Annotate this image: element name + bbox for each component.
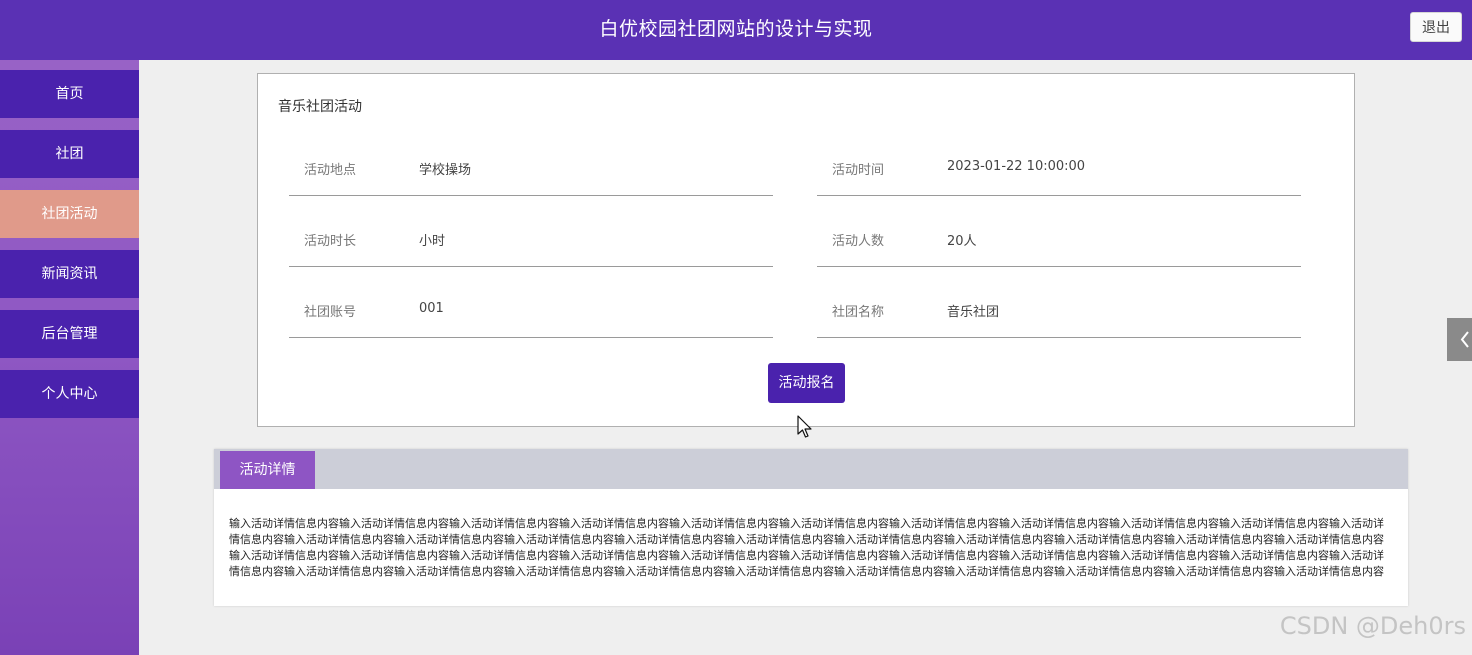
field-label: 社团名称	[832, 305, 885, 320]
activity-signup-button[interactable]: 活动报名	[768, 363, 845, 403]
field-duration: 活动时长 小时	[289, 210, 773, 267]
mouse-pointer-icon	[797, 415, 812, 438]
detail-content: 输入活动详情信息内容输入活动详情信息内容输入活动详情信息内容输入活动详情信息内容…	[229, 517, 1384, 578]
top-header: 白优校园社团网站的设计与实现 退出	[0, 0, 1472, 60]
field-label: 活动时长	[304, 234, 357, 249]
field-people: 活动人数 20人	[817, 210, 1301, 267]
chevron-left-icon	[1460, 331, 1469, 348]
side-panel-toggle[interactable]	[1447, 318, 1472, 361]
activity-detail-panel: 活动详情 输入活动详情信息内容输入活动详情信息内容输入活动详情信息内容输入活动详…	[214, 449, 1408, 606]
watermark: CSDN @Deh0rs	[1279, 612, 1466, 640]
site-title: 白优校园社团网站的设计与实现	[599, 18, 873, 40]
field-label: 活动时间	[832, 163, 885, 178]
logout-button[interactable]: 退出	[1410, 12, 1462, 42]
field-value: 2023-01-22 10:00:00	[947, 159, 1086, 174]
field-value: 学校操场	[419, 163, 472, 178]
field-club-name: 社团名称 音乐社团	[817, 281, 1301, 338]
field-club-account: 社团账号 001	[289, 281, 773, 338]
field-label: 社团账号	[304, 305, 357, 320]
activity-title: 音乐社团活动	[278, 99, 362, 115]
field-label: 活动人数	[832, 234, 885, 249]
sidebar-item-clubs[interactable]: 社团	[0, 130, 139, 178]
sidebar-item-profile[interactable]: 个人中心	[0, 370, 139, 418]
field-location: 活动地点 学校操场	[289, 139, 773, 196]
tab-activity-details[interactable]: 活动详情	[220, 451, 315, 489]
sidebar-item-club-activities[interactable]: 社团活动	[0, 190, 139, 238]
field-value: 小时	[419, 234, 446, 249]
sidebar-item-home[interactable]: 首页	[0, 70, 139, 118]
sidebar-item-admin[interactable]: 后台管理	[0, 310, 139, 358]
field-label: 活动地点	[304, 163, 357, 178]
sidebar-item-news[interactable]: 新闻资讯	[0, 250, 139, 298]
sidebar: 首页 社团 社团活动 新闻资讯 后台管理 个人中心	[0, 60, 139, 655]
field-value: 001	[419, 301, 444, 316]
field-value: 20人	[947, 234, 977, 249]
activity-info-card: 音乐社团活动 活动地点 学校操场 活动时间 2023-01-22 10:00:0…	[257, 73, 1355, 427]
field-time: 活动时间 2023-01-22 10:00:00	[817, 139, 1301, 196]
detail-tab-bar: 活动详情	[214, 449, 1408, 489]
field-value: 音乐社团	[947, 305, 1000, 320]
